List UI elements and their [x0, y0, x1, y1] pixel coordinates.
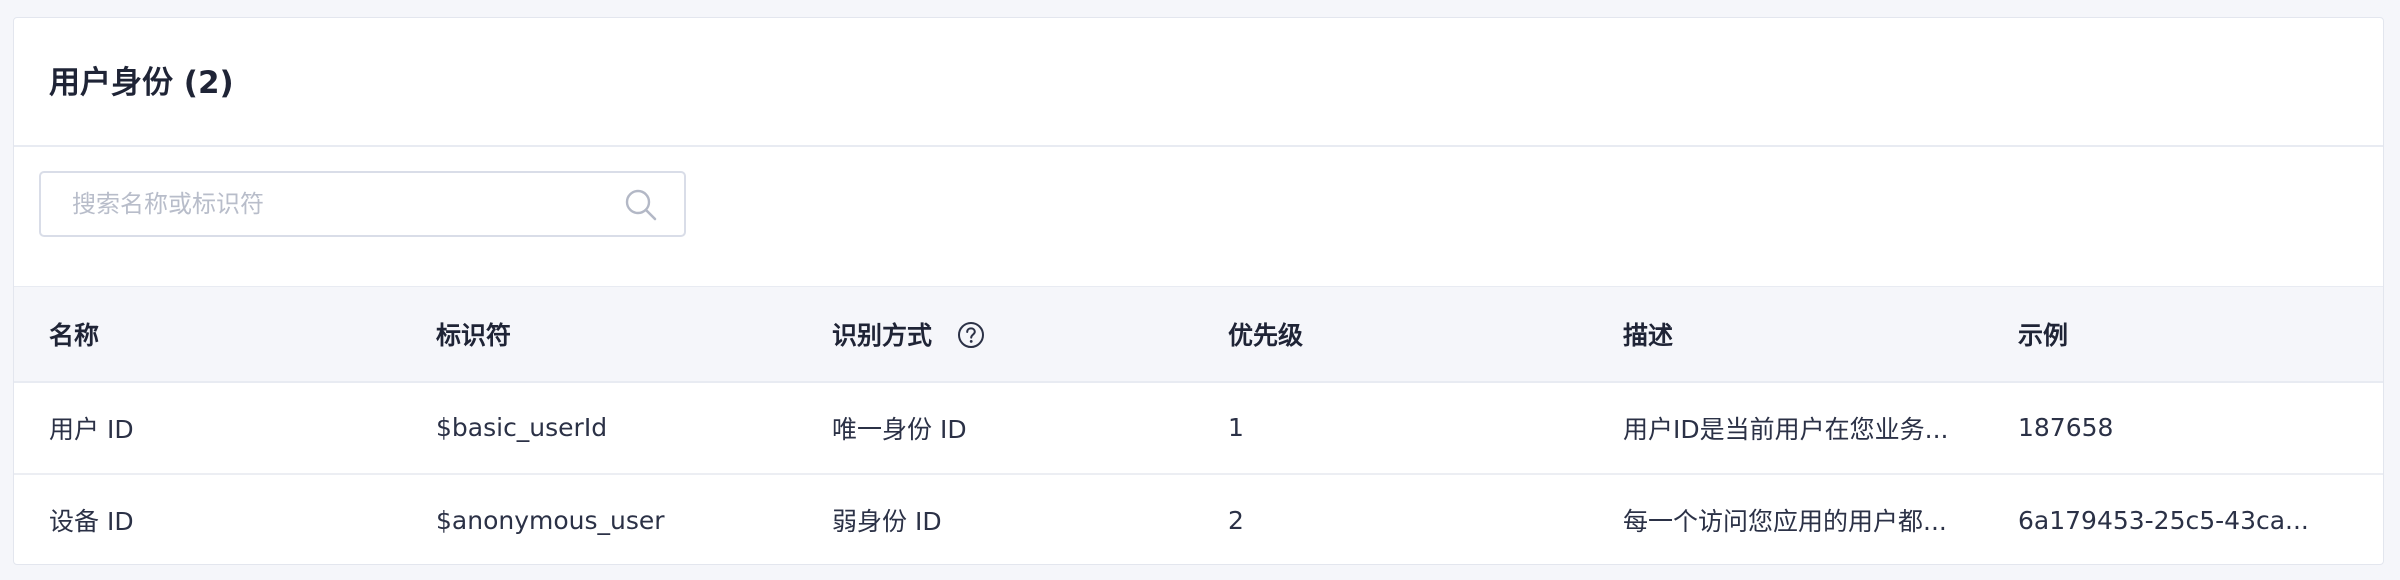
header-name[interactable]: 名称: [14, 286, 436, 383]
header-description-label: 描述: [1623, 320, 1674, 350]
search-input[interactable]: [41, 173, 601, 235]
table-header-row: 名称 标识符 识别方式 优先级 描述 示例: [14, 286, 2383, 383]
header-example[interactable]: 示例: [2018, 286, 2383, 383]
header-identifier[interactable]: 标识符: [436, 286, 832, 383]
cell-priority: 2: [1228, 505, 1244, 535]
cell-name: 设备 ID: [49, 507, 134, 536]
toolbar: [14, 147, 2383, 286]
question-circle-icon[interactable]: [957, 321, 985, 349]
header-method[interactable]: 识别方式: [832, 286, 1228, 383]
cell-description: 用户ID是当前用户在您业务...: [1623, 414, 1949, 444]
cell-example: 187658: [2018, 413, 2114, 442]
header-name-label: 名称: [49, 320, 100, 350]
header-description[interactable]: 描述: [1623, 286, 2018, 383]
cell-description: 每一个访问您应用的用户都...: [1623, 507, 1947, 536]
cell-identifier: $basic_userId: [436, 413, 608, 442]
cell-example: 6a179453-25c5-43ca...: [2018, 505, 2309, 535]
header-method-label: 识别方式: [832, 320, 933, 350]
cell-method: 弱身份 ID: [832, 507, 942, 536]
cell-method: 唯一身份 ID: [832, 414, 967, 444]
cell-name: 用户 ID: [49, 414, 134, 444]
card-header: 用户身份 (2): [14, 18, 2383, 147]
identity-table: 名称 标识符 识别方式 优先级 描述 示例 用户 ID $basic_userI…: [14, 286, 2383, 565]
header-priority-label: 优先级: [1228, 320, 1304, 350]
header-identifier-label: 标识符: [436, 320, 512, 350]
header-example-label: 示例: [2018, 320, 2069, 350]
cell-identifier: $anonymous_user: [436, 505, 665, 535]
header-priority[interactable]: 优先级: [1228, 286, 1623, 383]
user-identity-card: 用户身份 (2) 名称 标识符 识别方式: [13, 17, 2384, 565]
table-row[interactable]: 设备 ID $anonymous_user 弱身份 ID 2 每一个访问您应用的…: [14, 474, 2383, 565]
search-icon[interactable]: [624, 188, 658, 222]
card-title: 用户身份 (2): [49, 64, 234, 101]
search-box[interactable]: [39, 171, 686, 237]
table-row[interactable]: 用户 ID $basic_userId 唯一身份 ID 1 用户ID是当前用户在…: [14, 382, 2383, 474]
cell-priority: 1: [1228, 413, 1244, 442]
